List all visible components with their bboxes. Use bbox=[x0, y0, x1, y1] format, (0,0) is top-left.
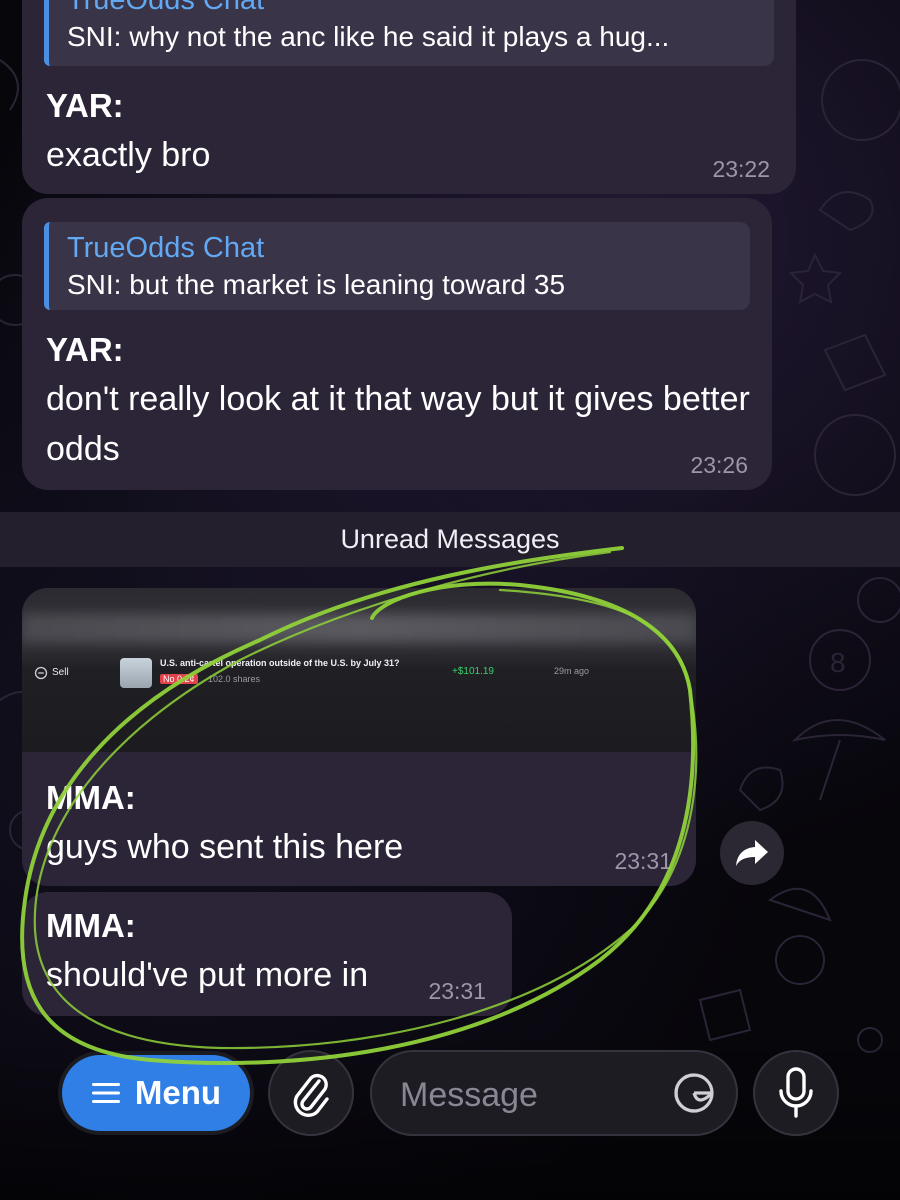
minus-circle-icon bbox=[34, 666, 48, 680]
message-time: 23:26 bbox=[690, 452, 748, 478]
unread-messages-divider: Unread Messages bbox=[0, 512, 900, 567]
voice-message-button[interactable] bbox=[753, 1050, 839, 1136]
message-bubble[interactable]: Sell U.S. anti-cartel operation outside … bbox=[22, 588, 696, 886]
forward-button[interactable] bbox=[720, 821, 784, 885]
microphone-icon bbox=[779, 1067, 813, 1118]
message-photo[interactable]: Sell U.S. anti-cartel operation outside … bbox=[22, 588, 696, 752]
message-bubble[interactable]: MMA: should've put more in 23:31 bbox=[22, 892, 512, 1016]
sticker-icon bbox=[674, 1073, 714, 1113]
reply-quote[interactable]: TrueOdds Chat SNI: but the market is lea… bbox=[44, 222, 750, 310]
svg-text:8: 8 bbox=[830, 647, 846, 678]
hamburger-icon bbox=[91, 1083, 120, 1103]
reply-quote-text: SNI: but the market is leaning toward 35 bbox=[67, 269, 566, 300]
paperclip-icon bbox=[293, 1073, 329, 1117]
message-text: don't really look at it that way but it … bbox=[46, 380, 750, 468]
message-input-container bbox=[370, 1050, 738, 1136]
menu-button[interactable]: Menu bbox=[62, 1055, 250, 1131]
message-time: 23:31 bbox=[614, 848, 672, 874]
reply-quote-text: SNI: why not the anc like he said it pla… bbox=[67, 21, 670, 52]
outcome-badge: No 0.2¢ bbox=[160, 674, 198, 684]
reply-quote[interactable]: TrueOdds Chat SNI: why not the anc like … bbox=[44, 0, 774, 66]
message-input[interactable] bbox=[398, 1072, 672, 1118]
message-bubble[interactable]: TrueOdds Chat SNI: but the market is lea… bbox=[22, 198, 772, 490]
message-sender: YAR: bbox=[46, 87, 124, 124]
message-text: exactly bro bbox=[46, 136, 211, 174]
message-bubble[interactable]: TrueOdds Chat SNI: why not the anc like … bbox=[22, 0, 796, 194]
message-sender: YAR: bbox=[46, 331, 124, 368]
market-thumbnail bbox=[120, 658, 152, 688]
trade-time-ago: 29m ago bbox=[554, 666, 590, 676]
message-time: 23:31 bbox=[428, 978, 486, 1004]
profit-value: +$101.19 bbox=[452, 666, 494, 677]
reply-quote-title: TrueOdds Chat bbox=[67, 0, 265, 16]
reply-quote-title: TrueOdds Chat bbox=[67, 232, 265, 264]
blurred-header bbox=[22, 614, 696, 642]
message-sender: MMA: bbox=[46, 907, 136, 944]
menu-button-label: Menu bbox=[134, 1074, 222, 1111]
message-text: should've put more in bbox=[46, 956, 369, 994]
attach-button[interactable] bbox=[268, 1050, 354, 1136]
share-count: 102.0 shares bbox=[208, 674, 261, 684]
sticker-button[interactable] bbox=[670, 1069, 718, 1117]
unread-messages-label: Unread Messages bbox=[340, 524, 560, 554]
forward-arrow-icon bbox=[736, 840, 768, 866]
message-time: 23:22 bbox=[712, 156, 770, 182]
message-sender: MMA: bbox=[46, 779, 136, 816]
market-title: U.S. anti-cartel operation outside of th… bbox=[160, 658, 400, 668]
message-text: guys who sent this here bbox=[46, 828, 404, 866]
trade-action: Sell bbox=[52, 667, 69, 678]
